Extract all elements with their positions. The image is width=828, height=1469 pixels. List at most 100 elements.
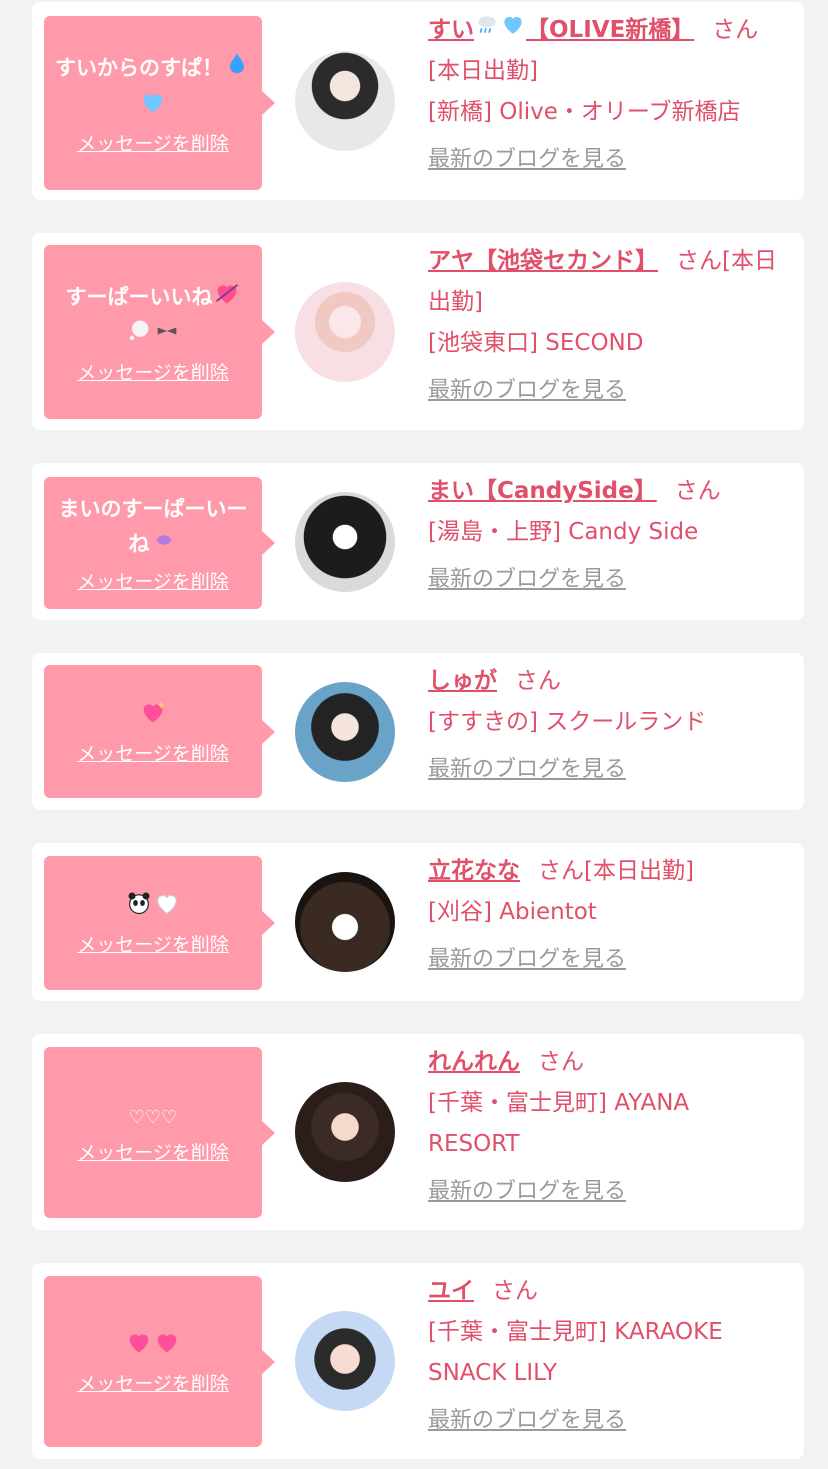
- honorific: さん: [674, 478, 721, 504]
- cast-name: しゅが: [428, 668, 497, 694]
- favorite-card: メッセージを削除 しゅが さん [すすきの] スクールランド 最新のブログを見る: [32, 653, 804, 810]
- blog-line: 最新のブログを見る: [428, 939, 788, 980]
- name-line: れんれん さん: [428, 1042, 788, 1083]
- cast-info: れんれん さん [千葉・富士見町] AYANA RESORT 最新のブログを見る: [428, 1042, 788, 1212]
- cast-name: すい: [428, 17, 474, 43]
- delete-message-link[interactable]: メッセージを削除: [77, 132, 229, 156]
- latest-blog-link[interactable]: 最新のブログを見る: [428, 757, 626, 782]
- latest-blog-link[interactable]: 最新のブログを見る: [428, 1408, 626, 1433]
- cast-name-link[interactable]: すい 【OLIVE新橋】: [428, 16, 694, 43]
- latest-blog-link[interactable]: 最新のブログを見る: [428, 947, 626, 972]
- message-bubble: メッセージを削除: [44, 665, 275, 798]
- shop-name: [刈谷] Abientot: [428, 899, 597, 925]
- message-bubble: メッセージを削除: [44, 856, 275, 990]
- message-text: すーぱーいいね: [52, 279, 254, 355]
- honorific: さん: [538, 858, 584, 884]
- honorific: さん: [712, 17, 759, 43]
- candy-icon: [150, 526, 178, 564]
- delete-message-link[interactable]: メッセージを削除: [77, 742, 229, 766]
- message-text: [125, 1328, 181, 1366]
- cast-info: まい【CandySide】 さん [湯島・上野] Candy Side 最新のブログを…: [428, 471, 788, 600]
- avatar[interactable]: [295, 1082, 395, 1182]
- shop-name: [池袋東口] SECOND: [428, 330, 644, 356]
- avatar[interactable]: [295, 282, 395, 382]
- blog-line: 最新のブログを見る: [428, 370, 788, 411]
- message-bubble: すーぱーいいねメッセージを削除: [44, 245, 275, 419]
- shop-name: [千葉・富士見町] KARAOKE SNACK LILY: [428, 1319, 723, 1386]
- avatar[interactable]: [295, 872, 395, 972]
- delete-message-link[interactable]: メッセージを削除: [77, 1141, 229, 1165]
- cast-name: れんれん: [428, 1049, 520, 1075]
- name-line: すい 【OLIVE新橋】 さん [本日出勤]: [428, 10, 788, 92]
- honorific: さん: [492, 1278, 538, 1304]
- message-body: すーぱーいいね: [65, 285, 213, 309]
- name-line: ユイ さん: [428, 1271, 788, 1312]
- message-text: すいからのすぱ！: [52, 50, 254, 126]
- favorite-card: ♡♡♡ メッセージを削除 れんれん さん [千葉・富士見町] AYANA RESORT 最…: [32, 1034, 804, 1230]
- cast-name-link[interactable]: ユイ: [428, 1278, 474, 1304]
- name-line: しゅが さん: [428, 661, 788, 702]
- message-text: ♡♡♡: [129, 1101, 177, 1135]
- message-bubble: まいのすーぱーいーねメッセージを削除: [44, 477, 275, 609]
- name-line: まい【CandySide】 さん: [428, 471, 788, 512]
- ribbon-icon: [153, 317, 181, 355]
- attendance-status: [本日出勤]: [428, 58, 538, 84]
- favorite-card: メッセージを削除 立花なな さん[本日出勤] [刈谷] Abientot 最新のブログを…: [32, 843, 804, 1001]
- panda-icon: [125, 889, 153, 927]
- message-text: [139, 698, 167, 736]
- avatar[interactable]: [295, 1311, 395, 1411]
- cast-name: まい【CandySide】: [428, 478, 657, 504]
- cast-info: アヤ【池袋セカンド】 さん[本日出勤] [池袋東口] SECOND 最新のブログを見る: [428, 241, 788, 411]
- thought-bubble-icon: [125, 317, 153, 355]
- latest-blog-link[interactable]: 最新のブログを見る: [428, 378, 626, 403]
- shop-name: [すすきの] スクールランド: [428, 709, 707, 735]
- blog-line: 最新のブログを見る: [428, 1400, 788, 1441]
- delete-message-link[interactable]: メッセージを削除: [77, 361, 229, 385]
- delete-message-link[interactable]: メッセージを削除: [77, 1372, 229, 1396]
- attendance-status: [本日出勤]: [584, 858, 694, 884]
- avatar[interactable]: [295, 492, 395, 592]
- message-text: まいのすーぱーいーね: [52, 492, 254, 564]
- name-line: 立花なな さん[本日出勤]: [428, 851, 788, 892]
- cast-name-link[interactable]: アヤ【池袋セカンド】: [428, 248, 658, 274]
- cast-name: 立花なな: [428, 858, 520, 884]
- favorite-card: すーぱーいいねメッセージを削除 アヤ【池袋セカンド】 さん[本日出勤] [池袋東口] …: [32, 233, 804, 430]
- avatar[interactable]: [295, 682, 395, 782]
- cast-info: 立花なな さん[本日出勤] [刈谷] Abientot 最新のブログを見る: [428, 851, 788, 980]
- message-body: すいからのすぱ！: [55, 56, 223, 80]
- shop-name: [千葉・富士見町] AYANA RESORT: [428, 1090, 690, 1157]
- cast-name-link[interactable]: れんれん: [428, 1049, 520, 1075]
- blog-line: 最新のブログを見る: [428, 559, 788, 600]
- latest-blog-link[interactable]: 最新のブログを見る: [428, 147, 626, 172]
- honorific: さん: [538, 1049, 584, 1075]
- favorite-card: メッセージを削除 ユイ さん [千葉・富士見町] KARAOKE SNACK LILY…: [32, 1263, 804, 1459]
- latest-blog-link[interactable]: 最新のブログを見る: [428, 567, 626, 592]
- cast-info: すい 【OLIVE新橋】 さん [本日出勤] [新橋] Olive・オリーブ新橋店 最新の…: [428, 10, 788, 180]
- sparkling-heart-icon: [139, 698, 167, 736]
- shop-name: [湯島・上野] Candy Side: [428, 519, 699, 545]
- blog-line: 最新のブログを見る: [428, 139, 788, 180]
- name-line: アヤ【池袋セカンド】 さん[本日出勤]: [428, 241, 788, 323]
- favorite-card: まいのすーぱーいーねメッセージを削除 まい【CandySide】 さん [湯島・上野]…: [32, 463, 804, 620]
- honorific: さん: [515, 668, 561, 694]
- latest-blog-link[interactable]: 最新のブログを見る: [428, 1179, 626, 1204]
- rain-cloud-icon: [474, 10, 500, 51]
- two-hearts-icon: [153, 1328, 181, 1366]
- honorific: さん: [676, 248, 722, 274]
- cast-name: アヤ【池袋セカンド】: [428, 248, 658, 274]
- blue-heart-icon: [139, 88, 167, 126]
- cast-name-link[interactable]: まい【CandySide】: [428, 478, 657, 504]
- favorite-list: すいからのすぱ！ メッセージを削除 すい 【OLIVE新橋】 さん[本日出勤] [新橋] …: [0, 0, 828, 1469]
- message-body: ♡♡♡: [128, 1106, 178, 1128]
- delete-message-link[interactable]: メッセージを削除: [77, 933, 229, 957]
- delete-message-link[interactable]: メッセージを削除: [77, 570, 229, 594]
- cast-name-link[interactable]: 立花なな: [428, 858, 520, 884]
- cast-name-link[interactable]: しゅが: [428, 668, 497, 694]
- favorite-card: すいからのすぱ！ メッセージを削除 すい 【OLIVE新橋】 さん [本日出勤] [新橋] …: [32, 2, 804, 200]
- droplet-icon: [223, 50, 251, 88]
- message-bubble: メッセージを削除: [44, 1276, 275, 1447]
- avatar[interactable]: [295, 51, 395, 151]
- cast-name: ユイ: [428, 1278, 474, 1304]
- blog-line: 最新のブログを見る: [428, 749, 788, 790]
- heart-arrow-icon: [213, 279, 241, 317]
